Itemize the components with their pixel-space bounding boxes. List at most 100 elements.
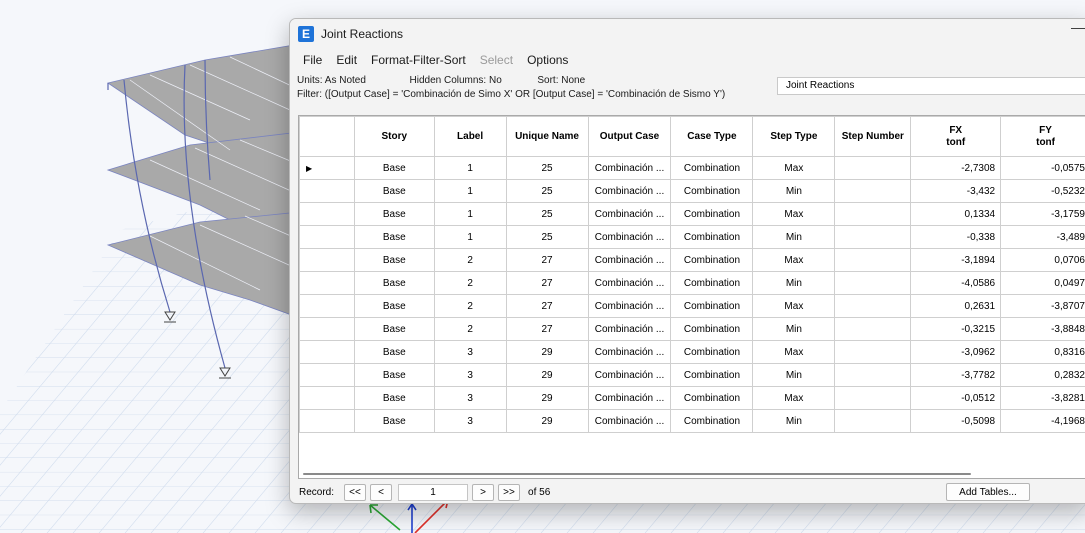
row-selector[interactable] <box>299 248 355 272</box>
cell-story[interactable]: Base <box>353 386 435 410</box>
cell-fx[interactable]: -3,0962 <box>910 340 1002 364</box>
cell-output-case[interactable]: Combinación ... <box>587 317 672 341</box>
cell-step-number[interactable] <box>834 179 912 203</box>
cell-story[interactable]: Base <box>353 248 435 272</box>
cell-unique-name[interactable]: 25 <box>505 156 589 180</box>
cell-fx[interactable]: 0,2631 <box>910 294 1002 318</box>
table-row[interactable]: Base 3 29 Combinación ... Combination Max -3,0… <box>299 340 1085 364</box>
row-selector[interactable] <box>299 363 355 387</box>
cell-unique-name[interactable]: 27 <box>505 317 589 341</box>
menu-edit[interactable]: Edit <box>329 53 364 67</box>
cell-story[interactable]: Base <box>353 409 435 433</box>
cell-step-number[interactable] <box>834 386 912 410</box>
cell-unique-name[interactable]: 25 <box>505 179 589 203</box>
column-header-selector[interactable] <box>299 116 355 157</box>
cell-step-type[interactable]: Max <box>752 340 836 364</box>
cell-unique-name[interactable]: 25 <box>505 225 589 249</box>
column-header-label[interactable]: Label <box>433 116 507 157</box>
cell-fy[interactable]: -0,0575 <box>1000 156 1085 180</box>
cell-story[interactable]: Base <box>353 156 435 180</box>
menu-select[interactable]: Select <box>473 53 520 67</box>
cell-step-number[interactable] <box>834 225 912 249</box>
cell-output-case[interactable]: Combinación ... <box>587 179 672 203</box>
cell-case-type[interactable]: Combination <box>670 271 754 295</box>
next-record-button[interactable]: > <box>472 483 495 501</box>
cell-step-number[interactable] <box>834 409 912 433</box>
horizontal-scrollbar[interactable] <box>303 473 971 475</box>
cell-step-number[interactable] <box>834 317 912 341</box>
cell-step-type[interactable]: Max <box>752 156 836 180</box>
column-header-step-number[interactable]: Step Number <box>834 116 912 157</box>
table-row[interactable]: Base 2 27 Combinación ... Combination Min -0,3… <box>299 317 1085 341</box>
row-selector[interactable] <box>299 317 355 341</box>
cell-label[interactable]: 2 <box>433 317 507 341</box>
cell-label[interactable]: 1 <box>433 225 507 249</box>
cell-label[interactable]: 1 <box>433 179 507 203</box>
column-header-story[interactable]: Story <box>353 116 435 157</box>
cell-output-case[interactable]: Combinación ... <box>587 340 672 364</box>
cell-output-case[interactable]: Combinación ... <box>587 248 672 272</box>
cell-label[interactable]: 3 <box>433 386 507 410</box>
cell-fx[interactable]: 0,1334 <box>910 202 1002 226</box>
cell-output-case[interactable]: Combinación ... <box>587 225 672 249</box>
table-row[interactable]: Base 1 25 Combinación ... Combination Max 0,13… <box>299 202 1085 226</box>
cell-story[interactable]: Base <box>353 225 435 249</box>
cell-label[interactable]: 1 <box>433 202 507 226</box>
cell-story[interactable]: Base <box>353 294 435 318</box>
row-selector[interactable] <box>299 179 355 203</box>
cell-fx[interactable]: -0,338 <box>910 225 1002 249</box>
cell-step-number[interactable] <box>834 271 912 295</box>
last-record-button[interactable]: >> <box>498 483 521 501</box>
table-row[interactable]: Base 3 29 Combinación ... Combination Max -0,0… <box>299 386 1085 410</box>
cell-fy[interactable]: -3,8848 <box>1000 317 1085 341</box>
cell-step-type[interactable]: Min <box>752 179 836 203</box>
cell-fx[interactable]: -0,0512 <box>910 386 1002 410</box>
row-selector[interactable] <box>299 202 355 226</box>
cell-fy[interactable]: 0,0706 <box>1000 248 1085 272</box>
cell-step-type[interactable]: Min <box>752 409 836 433</box>
first-record-button[interactable]: << <box>344 483 367 501</box>
minimize-button[interactable]: — <box>1066 19 1085 49</box>
table-row[interactable]: Base 1 25 Combinación ... Combination Min -3,4… <box>299 179 1085 203</box>
cell-step-type[interactable]: Max <box>752 202 836 226</box>
cell-case-type[interactable]: Combination <box>670 363 754 387</box>
cell-fx[interactable]: -3,7782 <box>910 363 1002 387</box>
cell-fy[interactable]: -3,8707 <box>1000 294 1085 318</box>
row-selector[interactable] <box>299 386 355 410</box>
table-row[interactable]: Base 2 27 Combinación ... Combination Min -4,0… <box>299 271 1085 295</box>
cell-output-case[interactable]: Combinación ... <box>587 363 672 387</box>
cell-case-type[interactable]: Combination <box>670 156 754 180</box>
record-number-input[interactable]: 1 <box>398 483 469 501</box>
cell-fy[interactable]: -3,1759 <box>1000 202 1085 226</box>
table-row[interactable]: Base 1 25 Combinación ... Combination Min -0,3… <box>299 225 1085 249</box>
cell-label[interactable]: 2 <box>433 248 507 272</box>
cell-label[interactable]: 1 <box>433 156 507 180</box>
cell-fx[interactable]: -2,7308 <box>910 156 1002 180</box>
cell-step-number[interactable] <box>834 294 912 318</box>
cell-step-type[interactable]: Max <box>752 386 836 410</box>
cell-label[interactable]: 3 <box>433 409 507 433</box>
cell-output-case[interactable]: Combinación ... <box>587 386 672 410</box>
cell-step-type[interactable]: Max <box>752 294 836 318</box>
cell-fx[interactable]: -0,5098 <box>910 409 1002 433</box>
cell-step-number[interactable] <box>834 202 912 226</box>
cell-fy[interactable]: 0,2832 <box>1000 363 1085 387</box>
cell-case-type[interactable]: Combination <box>670 248 754 272</box>
row-selector[interactable] <box>299 294 355 318</box>
cell-unique-name[interactable]: 25 <box>505 202 589 226</box>
table-row[interactable]: Base 3 29 Combinación ... Combination Min -0,5… <box>299 409 1085 433</box>
cell-unique-name[interactable]: 27 <box>505 294 589 318</box>
cell-unique-name[interactable]: 27 <box>505 248 589 272</box>
cell-case-type[interactable]: Combination <box>670 409 754 433</box>
row-selector[interactable]: ▶ <box>299 156 355 180</box>
cell-unique-name[interactable]: 29 <box>505 409 589 433</box>
cell-fy[interactable]: 0,8316 <box>1000 340 1085 364</box>
data-grid[interactable]: Story Label Unique Name Output Case Case Typ… <box>298 115 1085 479</box>
cell-step-type[interactable]: Min <box>752 225 836 249</box>
cell-step-type[interactable]: Min <box>752 363 836 387</box>
cell-case-type[interactable]: Combination <box>670 317 754 341</box>
cell-label[interactable]: 2 <box>433 271 507 295</box>
cell-case-type[interactable]: Combination <box>670 225 754 249</box>
cell-fx[interactable]: -4,0586 <box>910 271 1002 295</box>
table-title-field[interactable]: Joint Reactions <box>777 77 1085 95</box>
